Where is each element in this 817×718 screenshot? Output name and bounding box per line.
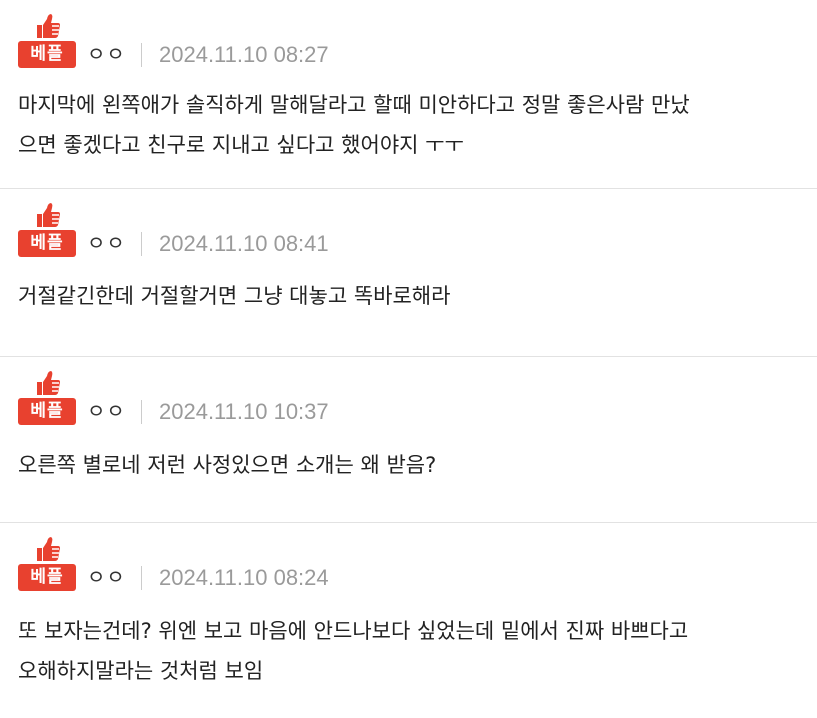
thumbs-up-icon — [37, 537, 60, 561]
comment-text: 마지막에 왼쪽애가 솔직하게 말해달라고 할때 미안하다고 정말 좋은사람 만났… — [18, 85, 808, 165]
best-label: 베플 — [18, 230, 76, 257]
comment-timestamp: 2024.11.10 08:41 — [159, 231, 329, 256]
best-comment-badge: 베플 — [18, 12, 76, 70]
comment-header: 베플 ㅇㅇ 2024.11.10 10:37 — [18, 369, 798, 429]
best-comment-badge: 베플 — [18, 369, 76, 427]
comment-item: 베플 ㅇㅇ 2024.11.10 08:41 거절같긴한데 거절할거면 그냥 대… — [0, 189, 817, 357]
comment-header: 베플 ㅇㅇ 2024.11.10 08:41 — [18, 201, 798, 261]
author-name[interactable]: ㅇㅇ — [87, 41, 126, 68]
thumbs-up-icon — [37, 371, 60, 395]
separator — [141, 43, 142, 67]
comment-text-line: 마지막에 왼쪽애가 솔직하게 말해달라고 할때 미안하다고 정말 좋은사람 만났 — [18, 93, 690, 117]
thumbs-up-icon — [37, 203, 60, 227]
best-comment-badge: 베플 — [18, 535, 76, 593]
separator — [141, 232, 142, 256]
comment-header: 베플 ㅇㅇ 2024.11.10 08:24 — [18, 535, 798, 595]
comment-text-line: 거절같긴한데 거절할거면 그냥 대놓고 똑바로해라 — [18, 284, 451, 308]
comment-text-line: 또 보자는건데? 위엔 보고 마음에 안드나보다 싶었는데 밑에서 진짜 바쁘다… — [18, 619, 689, 643]
comment-text-line: 오해하지말라는 것처럼 보임 — [18, 659, 264, 683]
best-label: 베플 — [18, 564, 76, 591]
comment-text: 거절같긴한데 거절할거면 그냥 대놓고 똑바로해라 — [18, 276, 808, 316]
separator — [141, 566, 142, 590]
comment-text: 또 보자는건데? 위엔 보고 마음에 안드나보다 싶었는데 밑에서 진짜 바쁘다… — [18, 611, 808, 691]
comment-text-line: 오른쪽 별로네 저런 사정있으면 소개는 왜 받음? — [18, 453, 437, 477]
comment-item: 베플 ㅇㅇ 2024.11.10 08:27 마지막에 왼쪽애가 솔직하게 말해… — [0, 0, 817, 189]
comment-header: 베플 ㅇㅇ 2024.11.10 08:27 — [18, 12, 798, 72]
best-comment-badge: 베플 — [18, 201, 76, 259]
author-name[interactable]: ㅇㅇ — [87, 230, 126, 257]
comment-timestamp: 2024.11.10 10:37 — [159, 399, 329, 424]
best-label: 베플 — [18, 398, 76, 425]
comment-item: 베플 ㅇㅇ 2024.11.10 08:24 또 보자는건데? 위엔 보고 마음… — [0, 523, 817, 718]
comment-list: 베플 ㅇㅇ 2024.11.10 08:27 마지막에 왼쪽애가 솔직하게 말해… — [0, 0, 817, 718]
author-name[interactable]: ㅇㅇ — [87, 564, 126, 591]
comment-timestamp: 2024.11.10 08:24 — [159, 565, 329, 590]
author-name[interactable]: ㅇㅇ — [87, 398, 126, 425]
best-label: 베플 — [18, 41, 76, 68]
comment-text-line: 으면 좋겠다고 친구로 지내고 싶다고 했어야지 ㅜㅜ — [18, 133, 464, 157]
comment-item: 베플 ㅇㅇ 2024.11.10 10:37 오른쪽 별로네 저런 사정있으면 … — [0, 357, 817, 523]
thumbs-up-icon — [37, 14, 60, 38]
separator — [141, 400, 142, 424]
comment-timestamp: 2024.11.10 08:27 — [159, 42, 329, 67]
comment-text: 오른쪽 별로네 저런 사정있으면 소개는 왜 받음? — [18, 445, 808, 485]
